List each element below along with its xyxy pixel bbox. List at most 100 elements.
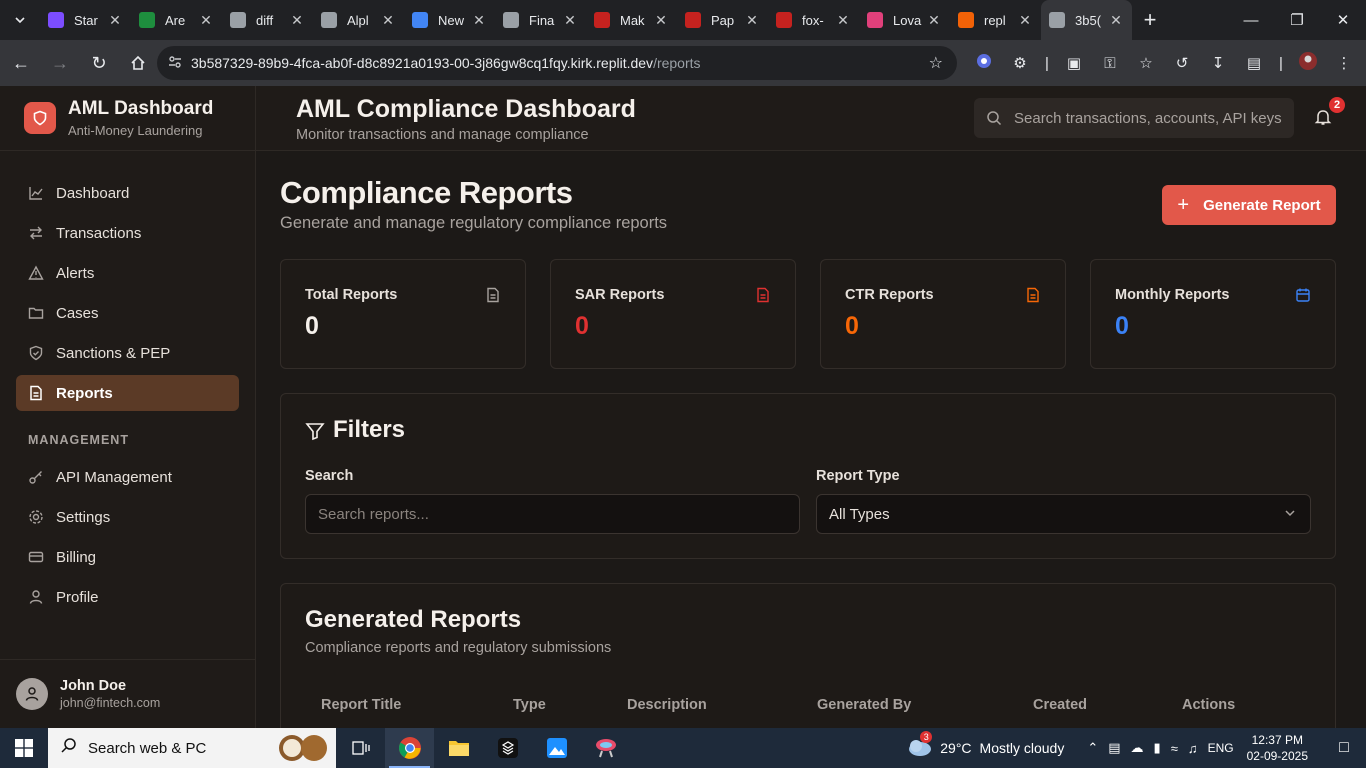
search-icon xyxy=(60,737,78,759)
volume-icon[interactable]: ♫ xyxy=(1188,741,1198,756)
tab-favicon-icon xyxy=(594,12,610,28)
tab-title: Star xyxy=(74,12,98,28)
restore-button[interactable]: ❐ xyxy=(1274,0,1320,40)
screenshot-icon[interactable]: ▣ xyxy=(1056,54,1092,72)
tab-title: Fina xyxy=(529,12,555,28)
terminal-app-icon[interactable] xyxy=(483,728,532,768)
chart-line-icon xyxy=(28,185,44,201)
chrome-taskbar-icon[interactable] xyxy=(385,728,434,768)
photos-app-icon[interactable] xyxy=(532,728,581,768)
sidebar-item-alerts[interactable]: Alerts xyxy=(16,255,239,291)
credit-card-icon xyxy=(28,549,44,565)
back-button[interactable]: ← xyxy=(3,45,39,81)
generated-reports-card: Generated Reports Compliance reports and… xyxy=(280,583,1336,728)
new-tab-button[interactable]: + xyxy=(1132,7,1168,33)
browser-tab[interactable]: Lova ✕ xyxy=(859,0,950,40)
calendar-icon xyxy=(1295,287,1311,303)
browser-menu-icon[interactable]: ⋮ xyxy=(1326,54,1362,72)
tab-close-icon[interactable]: ✕ xyxy=(471,12,487,29)
wifi-icon[interactable]: ≈ xyxy=(1171,741,1178,756)
meet-camera-icon[interactable]: ▤ xyxy=(1108,740,1120,756)
language-indicator[interactable]: ENG xyxy=(1208,741,1234,755)
close-window-button[interactable]: ✕ xyxy=(1320,0,1366,40)
download-icon[interactable]: ↧ xyxy=(1200,54,1236,72)
sidebar-item-api-management[interactable]: API Management xyxy=(16,459,239,495)
sidebar-item-label: API Management xyxy=(56,468,172,486)
translate-icon[interactable]: ▤ xyxy=(1236,54,1272,72)
browser-tab[interactable]: fox- ✕ xyxy=(768,0,859,40)
sidebar-item-dashboard[interactable]: Dashboard xyxy=(16,175,239,211)
profile-avatar-icon[interactable] xyxy=(1290,51,1326,75)
weather-widget[interactable]: 3 29°C Mostly cloudy xyxy=(906,730,1064,760)
stat-label: SAR Reports xyxy=(575,287,665,303)
sidebar-item-profile[interactable]: Profile xyxy=(16,579,239,615)
windows-start-button[interactable] xyxy=(0,728,48,768)
file-explorer-icon[interactable] xyxy=(434,728,483,768)
browser-tab[interactable]: Star ✕ xyxy=(40,0,131,40)
browser-tab[interactable]: Mak ✕ xyxy=(586,0,677,40)
browser-tab[interactable]: New ✕ xyxy=(404,0,495,40)
address-bar[interactable]: 3b587329-89b9-4fca-ab0f-d8c8921a0193-00-… xyxy=(157,46,957,80)
tab-title: Pap xyxy=(711,12,735,28)
global-search[interactable] xyxy=(974,98,1294,138)
cloud-icon: 3 xyxy=(906,730,933,760)
battery-icon[interactable]: ▮ xyxy=(1154,740,1161,756)
report-type-select[interactable]: All Types xyxy=(816,494,1311,534)
sidebar-item-cases[interactable]: Cases xyxy=(16,295,239,331)
sidebar-item-reports[interactable]: Reports xyxy=(16,375,239,411)
user-icon xyxy=(28,589,44,605)
tab-close-icon[interactable]: ✕ xyxy=(1017,12,1033,29)
extensions-puzzle-icon[interactable]: ⚙ xyxy=(1002,54,1038,72)
notification-center-icon[interactable]: □ xyxy=(1322,739,1366,757)
browser-tab[interactable]: Alpl ✕ xyxy=(313,0,404,40)
shield-check-icon xyxy=(28,345,44,361)
browser-tab[interactable]: Pap ✕ xyxy=(677,0,768,40)
sidebar-item-transactions[interactable]: Transactions xyxy=(16,215,239,251)
extension-gear-icon[interactable] xyxy=(966,53,1002,73)
home-button[interactable] xyxy=(120,45,156,81)
tab-close-icon[interactable]: ✕ xyxy=(653,12,669,29)
browser-tab[interactable]: 3b5(✕ xyxy=(1041,0,1132,40)
sidebar-item-billing[interactable]: Billing xyxy=(16,539,239,575)
minimize-button[interactable]: — xyxy=(1228,0,1274,40)
site-info-icon[interactable] xyxy=(159,55,191,72)
tab-close-icon[interactable]: ✕ xyxy=(107,12,123,29)
tab-close-icon[interactable]: ✕ xyxy=(562,12,578,29)
tab-close-icon[interactable]: ✕ xyxy=(289,12,305,29)
reload-button[interactable]: ↻ xyxy=(81,45,117,81)
browser-tab[interactable]: diff ✕ xyxy=(222,0,313,40)
browser-tab[interactable]: Fina ✕ xyxy=(495,0,586,40)
filters-card: Filters Search Report Type All Types xyxy=(280,393,1336,559)
task-view-button[interactable] xyxy=(336,728,385,768)
sidebar-item-label: Sanctions & PEP xyxy=(56,344,171,362)
favorites-icon[interactable]: ☆ xyxy=(1128,54,1164,72)
forward-button[interactable]: → xyxy=(42,45,78,81)
tab-close-icon[interactable]: ✕ xyxy=(380,12,396,29)
tab-favicon-icon xyxy=(230,12,246,28)
tab-close-icon[interactable]: ✕ xyxy=(835,12,851,29)
page-title: Compliance Reports xyxy=(280,175,573,210)
sidebar-item-settings[interactable]: Settings xyxy=(16,499,239,535)
onedrive-icon[interactable]: ☁ xyxy=(1131,740,1144,756)
tab-close-icon[interactable]: ✕ xyxy=(1108,12,1124,29)
chevron-up-icon[interactable]: ⌃ xyxy=(1087,740,1098,756)
global-search-input[interactable] xyxy=(1014,109,1284,127)
generate-report-button[interactable]: + Generate Report xyxy=(1162,185,1336,225)
clock[interactable]: 12:37 PM 02-09-2025 xyxy=(1247,732,1308,764)
tab-search-button[interactable] xyxy=(0,0,40,40)
report-search-field[interactable] xyxy=(305,494,800,534)
password-key-icon[interactable]: ⚿ xyxy=(1092,55,1128,72)
sidebar-item-sanctions[interactable]: Sanctions & PEP xyxy=(16,335,239,371)
taskbar-search-box[interactable]: Search web & PC xyxy=(48,728,336,768)
browser-tab[interactable]: repl ✕ xyxy=(950,0,1041,40)
report-search-input[interactable] xyxy=(318,505,799,523)
browser-tab[interactable]: Are ✕ xyxy=(131,0,222,40)
tab-close-icon[interactable]: ✕ xyxy=(198,12,214,29)
tab-close-icon[interactable]: ✕ xyxy=(744,12,760,29)
history-icon[interactable]: ↺ xyxy=(1164,54,1200,72)
tab-title: Mak xyxy=(620,12,645,28)
snipping-tool-icon[interactable] xyxy=(581,728,630,768)
user-profile-box[interactable]: John Doe john@fintech.com xyxy=(0,659,255,728)
bookmark-star-icon[interactable]: ☆ xyxy=(929,53,943,73)
tab-close-icon[interactable]: ✕ xyxy=(926,12,942,29)
